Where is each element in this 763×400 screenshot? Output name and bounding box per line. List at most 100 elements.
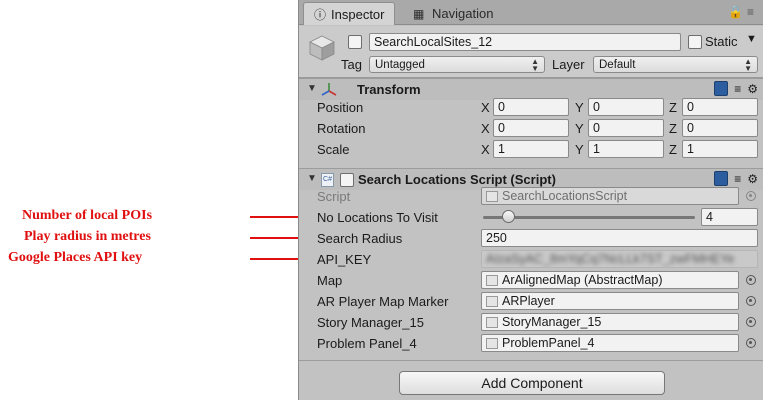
no-locations-field[interactable]: 4	[701, 208, 758, 226]
annotation-api-key: Google Places API key	[0, 248, 142, 268]
map-value: ArAlignedMap (AbstractMap)	[502, 273, 663, 287]
annotation-label: Play radius in metres	[24, 229, 151, 244]
gameobject-icon	[486, 295, 498, 307]
layer-label: Layer	[552, 57, 585, 72]
inspector-panel: ⓘ Inspector ▦ Navigation 🔒≡ SearchLocalS…	[298, 0, 763, 400]
gameobject-cube-icon	[309, 35, 335, 61]
story-manager-label: Story Manager_15	[317, 315, 424, 330]
csharp-script-icon: C#	[321, 173, 334, 187]
marker-reference-field[interactable]: ARPlayer	[481, 292, 739, 310]
tab-inspector[interactable]: ⓘ Inspector	[303, 2, 395, 25]
rotation-z-field[interactable]: 0	[682, 119, 758, 137]
tag-value: Untagged	[375, 58, 425, 71]
api-key-label: API_KEY	[317, 252, 372, 267]
problem-panel-label: Problem Panel_4	[317, 336, 417, 351]
search-radius-field[interactable]: 250	[481, 229, 758, 247]
gear-icon[interactable]: ⚙	[747, 172, 758, 186]
object-picker-icon[interactable]	[746, 338, 756, 348]
axis-z-label: Z	[669, 100, 677, 115]
annotation-label: Number of local POIs	[22, 208, 153, 223]
help-book-icon[interactable]	[714, 81, 729, 96]
axis-z-label: Z	[669, 121, 677, 136]
add-component-button[interactable]: Add Component	[399, 371, 665, 395]
help-book-icon[interactable]	[714, 171, 729, 186]
tab-navigation[interactable]: ▦ Navigation	[403, 2, 503, 25]
active-checkbox[interactable]	[348, 35, 362, 49]
collapse-triangle-icon[interactable]: ▼	[307, 173, 317, 184]
map-script-icon	[486, 274, 498, 286]
problem-panel-reference-field[interactable]: ProblemPanel_4	[481, 334, 739, 352]
axis-y-label: Y	[575, 100, 584, 115]
map-reference-field[interactable]: ArAlignedMap (AbstractMap)	[481, 271, 739, 289]
position-z-field[interactable]: 0	[682, 98, 758, 116]
axis-x-label: X	[481, 100, 490, 115]
scale-y-field[interactable]: 1	[588, 140, 664, 158]
no-locations-label: No Locations To Visit	[317, 210, 438, 225]
script-label: Script	[317, 189, 351, 204]
scale-x-field[interactable]: 1	[493, 140, 569, 158]
script-component-title: Search Locations Script (Script)	[358, 172, 556, 187]
object-picker-icon[interactable]	[746, 317, 756, 327]
rotation-label: Rotation	[317, 121, 366, 136]
object-name-field[interactable]: SearchLocalSites_12	[369, 33, 681, 51]
axis-z-label: Z	[669, 142, 677, 157]
story-manager-reference-field[interactable]: StoryManager_15	[481, 313, 739, 331]
marker-value: ARPlayer	[502, 294, 555, 308]
scale-label: Scale	[317, 142, 350, 157]
preset-icon[interactable]: ≡	[734, 82, 741, 96]
axis-x-label: X	[481, 142, 490, 157]
info-icon: ⓘ	[314, 7, 327, 22]
collapse-triangle-icon[interactable]: ▼	[307, 83, 317, 94]
tab-navigation-label: Navigation	[432, 6, 494, 21]
divider	[299, 360, 763, 361]
no-locations-slider-knob[interactable]	[502, 210, 516, 223]
tag-dropdown[interactable]: Untagged ▲ ▼	[369, 56, 545, 73]
tab-bar: ⓘ Inspector ▦ Navigation 🔒≡	[299, 0, 763, 25]
story-manager-value: StoryManager_15	[502, 315, 602, 329]
rotation-x-field[interactable]: 0	[493, 119, 569, 137]
gameobject-icon	[486, 316, 498, 328]
map-label: Map	[317, 273, 343, 288]
layer-value: Default	[599, 58, 636, 71]
position-y-field[interactable]: 0	[588, 98, 664, 116]
problem-panel-value: ProblemPanel_4	[502, 336, 595, 350]
updown-icon: ▲ ▼	[744, 57, 752, 73]
updown-icon: ▲ ▼	[531, 57, 539, 73]
script-file-icon	[486, 190, 498, 202]
layer-dropdown[interactable]: Default ▲ ▼	[593, 56, 758, 73]
axis-y-label: Y	[575, 142, 584, 157]
object-header: SearchLocalSites_12 Static ▼ Tag Untagge…	[299, 26, 763, 78]
script-enabled-checkbox[interactable]	[340, 173, 354, 187]
transform-title: Transform	[357, 82, 421, 97]
gear-icon[interactable]: ⚙	[747, 82, 758, 96]
static-label: Static	[705, 34, 738, 49]
rotation-y-field[interactable]: 0	[588, 119, 664, 137]
api-key-value: AIzaSyAC_8mYqCq7NcLLk7ST_zwFMHEYe	[486, 252, 735, 266]
preset-icon[interactable]: ≡	[734, 172, 741, 186]
static-checkbox[interactable]	[688, 35, 702, 49]
position-label: Position	[317, 100, 364, 115]
api-key-field[interactable]: AIzaSyAC_8mYqCq7NcLLk7ST_zwFMHEYe	[481, 250, 758, 268]
scale-z-field[interactable]: 1	[682, 140, 758, 158]
annotation-num-pois: Number of local POIs	[0, 206, 152, 226]
annotation-play-radius: Play radius in metres	[0, 227, 151, 247]
transform-header[interactable]: ▼ Transform ≡ ⚙	[299, 78, 763, 100]
lock-icon[interactable]: 🔒	[728, 5, 747, 19]
object-picker-icon[interactable]	[746, 275, 756, 285]
axis-x-label: X	[481, 121, 490, 136]
search-radius-label: Search Radius	[317, 231, 403, 246]
position-x-field[interactable]: 0	[493, 98, 569, 116]
transform-axes-icon	[321, 83, 337, 96]
component-icons: ≡ ⚙	[714, 171, 758, 186]
tag-label: Tag	[341, 57, 362, 72]
menu-icon[interactable]: ≡	[747, 5, 758, 19]
axis-y-label: Y	[575, 121, 584, 136]
annotation-label: Google Places API key	[8, 250, 143, 265]
marker-label: AR Player Map Marker	[317, 294, 449, 309]
component-icons: ≡ ⚙	[714, 81, 758, 96]
script-value: SearchLocationsScript	[502, 189, 628, 203]
static-dropdown-icon[interactable]: ▼	[746, 33, 757, 45]
object-picker-icon[interactable]	[746, 296, 756, 306]
script-reference-field: SearchLocationsScript	[481, 187, 739, 205]
tab-inspector-label: Inspector	[331, 6, 385, 22]
